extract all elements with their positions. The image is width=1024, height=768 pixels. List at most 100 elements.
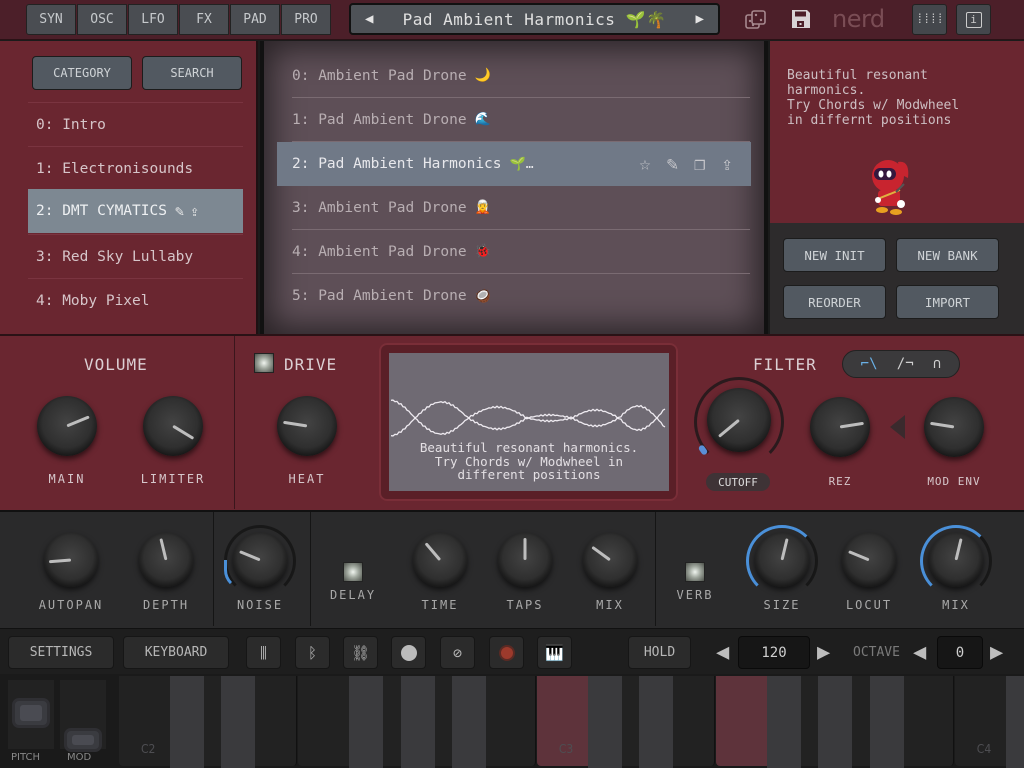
octave-value[interactable]: 0 [937,636,983,669]
bank-item[interactable]: 1: Electronisounds [28,146,243,190]
pitch-wheel[interactable] [8,680,54,749]
divider [213,512,214,626]
black-key[interactable] [818,676,853,768]
rez-label: REZ [828,475,852,488]
duplicate-icon[interactable]: ❐ [694,153,705,175]
preset-name[interactable]: Pad Ambient Harmonics 🌱🌴 [403,10,667,29]
sliders-icon[interactable]: ⫼ [246,636,281,669]
pitch-wheel-thumb[interactable] [12,698,50,728]
tempo-value[interactable]: 120 [738,636,810,669]
octave-down-button[interactable]: ◀ [913,640,926,665]
tab-syn[interactable]: SYN [26,4,76,35]
autopan-knob[interactable] [44,533,98,587]
black-key[interactable] [348,676,383,768]
preset-emoji: 🌊 [474,112,491,127]
preset-item[interactable]: 3: Ambient Pad Drone 🧝 [292,186,750,230]
tempo-down-button[interactable]: ◀ [716,640,729,665]
preset-item[interactable]: 1: Pad Ambient Drone 🌊 [292,98,750,142]
black-key[interactable] [452,676,487,768]
verb-mix-knob[interactable] [929,533,983,587]
hold-button[interactable]: HOLD [628,636,691,669]
taps-knob[interactable] [498,533,552,587]
preset-label: 4: Ambient Pad Drone [292,243,467,260]
black-key[interactable] [766,676,801,768]
search-button[interactable]: SEARCH [142,56,242,90]
grid-button[interactable]: ⁞⁞⁞⁞ [912,4,947,35]
star-icon[interactable]: ☆ [639,153,650,175]
record-icon[interactable] [489,636,524,669]
main-knob[interactable] [37,396,97,456]
black-key[interactable] [1005,676,1024,768]
highpass-icon[interactable]: /¬ [897,356,914,372]
preset-item[interactable]: 0: Ambient Pad Drone 🌙 [292,54,750,98]
black-key[interactable] [870,676,905,768]
waveform-upper [390,399,666,420]
delay-mix-knob[interactable] [583,533,637,587]
pitch-label: PITCH [11,752,41,763]
new-bank-button[interactable]: NEW BANK [896,238,999,272]
bank-item[interactable]: 0: Intro [28,102,243,146]
import-button[interactable]: IMPORT [896,285,999,319]
tab-pad[interactable]: PAD [230,4,280,35]
black-key[interactable] [639,676,674,768]
keyboard-button[interactable]: KEYBOARD [123,636,229,669]
mod-env-arrow-icon[interactable] [890,415,905,439]
reorder-button[interactable]: REORDER [783,285,886,319]
preset-emoji: 🐞 [474,244,491,259]
grid-icon: ⁞⁞⁞⁞ [915,12,944,27]
size-knob[interactable] [755,533,809,587]
rez-knob[interactable] [810,397,870,457]
drive-toggle[interactable] [254,353,274,373]
noise-knob[interactable] [233,533,287,587]
preset-item[interactable]: 4: Ambient Pad Drone 🐞 [292,230,750,274]
black-key[interactable] [169,676,204,768]
mod-wheel[interactable] [60,680,106,752]
share-icon[interactable]: ⇪ [722,153,733,175]
cutoff-knob[interactable] [707,388,771,452]
info-icon: i [965,11,982,28]
next-preset-button[interactable]: ▶ [696,11,704,27]
tab-osc[interactable]: OSC [77,4,127,35]
bank-item[interactable]: 3: Red Sky Lullaby [28,234,243,278]
edit-icon[interactable]: ✎ [175,202,184,220]
settings-button[interactable]: SETTINGS [8,636,114,669]
heat-knob[interactable] [277,396,337,456]
bluetooth-icon[interactable]: ᛒ [295,636,330,669]
black-key[interactable] [587,676,622,768]
block-icon[interactable]: ⊘ [440,636,475,669]
size-label: SIZE [763,598,801,612]
edit-icon[interactable]: ✎ [667,153,678,175]
black-key[interactable] [400,676,435,768]
time-knob[interactable] [413,533,467,587]
tab-pro[interactable]: PRO [281,4,331,35]
verb-toggle[interactable] [685,562,705,582]
lowpass-icon[interactable]: ⌐\ [861,356,878,372]
new-init-button[interactable]: NEW INIT [783,238,886,272]
preset-item-selected[interactable]: 2: Pad Ambient Harmonics 🌱… ☆ ✎ ❐ ⇪ [277,142,751,186]
depth-knob[interactable] [139,533,193,587]
octave-up-button[interactable]: ▶ [990,640,1003,665]
black-key[interactable] [221,676,256,768]
prev-preset-button[interactable]: ◀ [365,11,373,27]
limiter-knob[interactable] [143,396,203,456]
tempo-up-button[interactable]: ▶ [817,640,830,665]
mod-env-knob[interactable] [924,397,984,457]
info-button[interactable]: i [956,4,991,35]
note-label: C3 [558,742,574,756]
bandpass-icon[interactable]: ∩ [933,356,941,372]
bank-item-selected[interactable]: 2: DMT CYMATICS ✎ ⇪ [28,189,243,233]
locut-knob[interactable] [842,533,896,587]
category-button[interactable]: CATEGORY [32,56,132,90]
share-icon[interactable]: ⇪ [190,202,199,220]
tab-fx[interactable]: FX [179,4,229,35]
delay-toggle[interactable] [343,562,363,582]
bank-item[interactable]: 4: Moby Pixel [28,278,243,322]
mod-wheel-thumb[interactable] [64,728,102,752]
tab-lfo[interactable]: LFO [128,4,178,35]
dice-icon[interactable] [744,8,768,32]
floppy-disk-icon[interactable] [790,8,812,30]
link-icon[interactable]: ⛓ [343,636,378,669]
piano-icon[interactable]: 🎹 [537,636,572,669]
preset-item[interactable]: 5: Pad Ambient Drone 🥥 [292,274,750,318]
midi-icon[interactable] [391,636,426,669]
